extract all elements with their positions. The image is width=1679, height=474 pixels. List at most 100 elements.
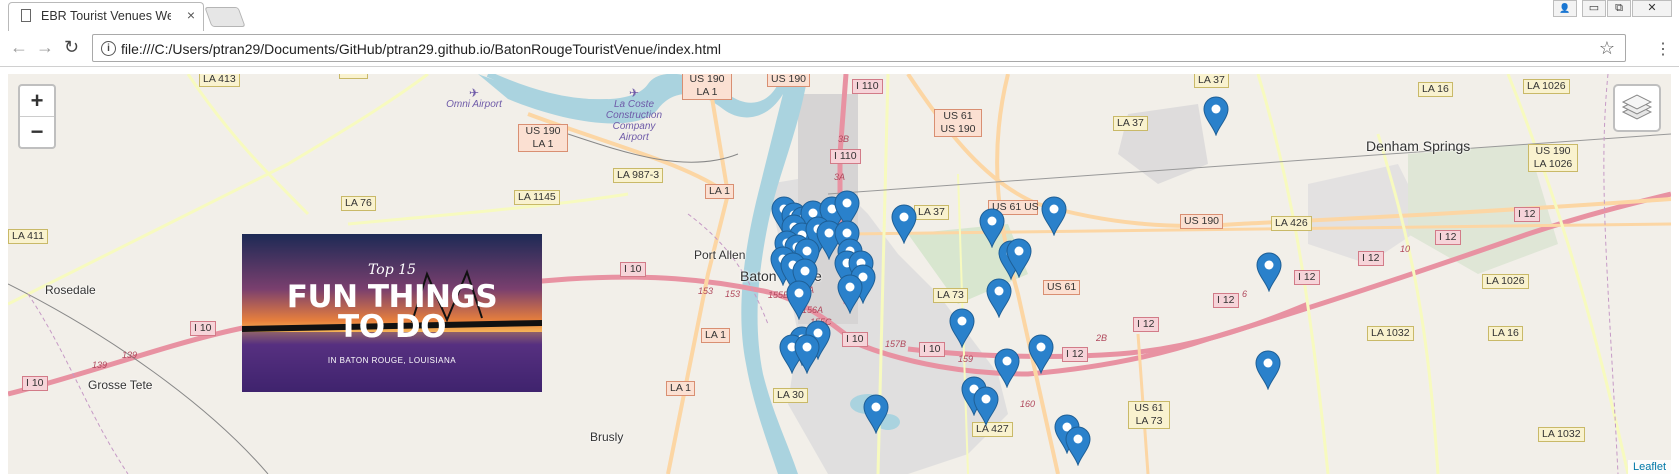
shield: LA 1026 bbox=[1523, 79, 1570, 94]
shield: LA 16 bbox=[1418, 82, 1453, 97]
layers-icon bbox=[1621, 94, 1653, 120]
popup-heading-small: Top 15 bbox=[368, 262, 416, 278]
venue-marker-icon[interactable] bbox=[837, 274, 863, 314]
new-tab-button[interactable] bbox=[204, 7, 246, 27]
airport-icon: ✈ bbox=[628, 86, 640, 100]
popup-heading: FUN THINGS TO DO bbox=[242, 279, 542, 345]
url-text[interactable]: file:///C:/Users/ptran29/Documents/GitHu… bbox=[121, 41, 721, 57]
minimize-button[interactable]: ▭ bbox=[1582, 0, 1606, 17]
shield: I 10 bbox=[22, 376, 48, 391]
airport-label: ✈ La Coste Construction Company Airport bbox=[604, 86, 664, 143]
shield: I 12 bbox=[1213, 293, 1239, 308]
exit-number: 160 bbox=[1020, 399, 1036, 409]
venue-marker-icon[interactable] bbox=[1041, 196, 1067, 236]
shield: I 12 bbox=[1062, 347, 1088, 362]
forward-icon[interactable]: → bbox=[36, 37, 54, 58]
restore-icon: ⧉ bbox=[1615, 2, 1623, 14]
venue-marker-icon[interactable] bbox=[994, 348, 1020, 388]
exit-number: 3A bbox=[834, 172, 846, 182]
venue-marker-icon[interactable] bbox=[794, 334, 820, 374]
shield: LA 426 bbox=[1271, 216, 1312, 231]
tab-strip: EBR Tourist Venues Web × 👤 ▭ ⧉ ✕ bbox=[0, 0, 1679, 31]
back-icon[interactable]: ← bbox=[10, 37, 28, 58]
shield: US 190 LA 1026 bbox=[1528, 144, 1578, 172]
venue-marker-icon[interactable] bbox=[986, 278, 1012, 318]
minimize-icon: ▭ bbox=[1588, 2, 1600, 14]
shield: I 12 bbox=[1294, 270, 1320, 285]
airport-label: ✈ Omni Airport bbox=[444, 86, 504, 110]
exit-number: 159 bbox=[958, 354, 974, 364]
venue-marker-icon[interactable] bbox=[863, 394, 889, 434]
info-icon[interactable]: i bbox=[101, 41, 116, 56]
airport-name: La Coste Construction Company Airport bbox=[605, 99, 663, 143]
exit-number: 3B bbox=[838, 134, 850, 144]
user-glyph: 👤 bbox=[1559, 3, 1571, 13]
venue-marker-icon[interactable] bbox=[949, 308, 975, 348]
shield: LA 30 bbox=[773, 388, 808, 403]
zoom-in-button[interactable]: + bbox=[20, 86, 54, 116]
venue-marker-icon[interactable] bbox=[1255, 350, 1281, 390]
venue-marker-icon[interactable] bbox=[1065, 426, 1091, 466]
shield: LA 987-3 bbox=[613, 168, 664, 183]
browser-toolbar: ← → ↻ i file:///C:/Users/ptran29/Documen… bbox=[0, 31, 1679, 67]
exit-number: 2B bbox=[1096, 333, 1108, 343]
tab-title: EBR Tourist Venues Web bbox=[41, 9, 171, 23]
tab-close-icon[interactable]: × bbox=[187, 7, 195, 23]
shield: I 12 bbox=[1435, 230, 1461, 245]
venue-marker-icon[interactable] bbox=[1256, 252, 1282, 292]
place-label: Rosedale bbox=[45, 283, 96, 297]
exit-number: 157B bbox=[885, 339, 907, 349]
attribution[interactable]: Leaflet bbox=[1627, 460, 1671, 474]
shield: LA 37 bbox=[1194, 74, 1229, 88]
venue-marker-icon[interactable] bbox=[1028, 334, 1054, 374]
shield: LA 1145 bbox=[514, 190, 560, 205]
user-icon[interactable]: 👤 bbox=[1553, 0, 1577, 17]
map[interactable]: LA 413 US 190 LA 1 I 110 LA 37 LA 16 LA … bbox=[8, 74, 1671, 474]
close-icon: ✕ bbox=[1647, 2, 1657, 14]
airport-name: Omni Airport bbox=[446, 99, 502, 110]
shield: I 12 bbox=[1514, 207, 1540, 222]
venue-marker-icon[interactable] bbox=[973, 386, 999, 426]
venue-marker-icon[interactable] bbox=[1006, 238, 1032, 278]
exit-number: 153 bbox=[725, 289, 741, 299]
shield: US 61 bbox=[1043, 280, 1081, 295]
shield: US 190 bbox=[767, 74, 811, 87]
exit-number: 139 bbox=[92, 360, 108, 370]
close-window-button[interactable]: ✕ bbox=[1632, 0, 1672, 17]
venue-marker-icon[interactable] bbox=[1203, 96, 1229, 136]
layers-control[interactable] bbox=[1613, 84, 1661, 132]
shield: LA 76 bbox=[341, 196, 376, 211]
browser-tab[interactable]: EBR Tourist Venues Web × bbox=[8, 2, 204, 31]
venue-marker-icon[interactable] bbox=[891, 204, 917, 244]
menu-icon[interactable]: ⋮ bbox=[1655, 39, 1671, 59]
bookmark-star-icon[interactable]: ☆ bbox=[1599, 38, 1615, 59]
zoom-out-button[interactable]: − bbox=[20, 116, 54, 147]
popup-subheading: IN BATON ROUGE, LOUISIANA bbox=[327, 356, 457, 365]
shield: I 10 bbox=[190, 321, 216, 336]
shield: US 190 LA 1 bbox=[518, 124, 568, 152]
reload-icon[interactable]: ↻ bbox=[64, 37, 79, 58]
shield: LA 1 bbox=[339, 74, 369, 79]
popup-heading-line: FUN THINGS bbox=[286, 279, 498, 315]
shield: US 190 LA 1 bbox=[682, 74, 732, 100]
shield: LA 1032 bbox=[1367, 326, 1414, 341]
shield: LA 16 bbox=[1488, 326, 1523, 341]
venue-marker-icon[interactable] bbox=[786, 280, 812, 320]
restore-button[interactable]: ⧉ bbox=[1607, 0, 1631, 17]
shield: LA 413 bbox=[199, 74, 240, 87]
airport-icon: ✈ bbox=[468, 86, 480, 100]
popup-image[interactable]: Top 15 FUN THINGS TO DO IN BATON ROUGE, … bbox=[242, 234, 542, 392]
shield: US 190 bbox=[1180, 214, 1224, 229]
shield: LA 1 bbox=[701, 328, 731, 343]
place-label: Port Allen bbox=[694, 248, 746, 262]
shield: LA 1 bbox=[705, 184, 735, 199]
exit-number: 10 bbox=[1400, 244, 1411, 254]
shield: I 10 bbox=[842, 332, 868, 347]
address-bar[interactable]: i file:///C:/Users/ptran29/Documents/Git… bbox=[92, 34, 1626, 62]
shield: I 110 bbox=[830, 149, 861, 164]
shield: I 110 bbox=[852, 79, 883, 94]
place-label: Grosse Tete bbox=[88, 378, 153, 392]
popup-heading-line: TO DO bbox=[338, 309, 446, 345]
exit-number: 139 bbox=[122, 350, 138, 360]
place-label: Denham Springs bbox=[1366, 138, 1471, 154]
